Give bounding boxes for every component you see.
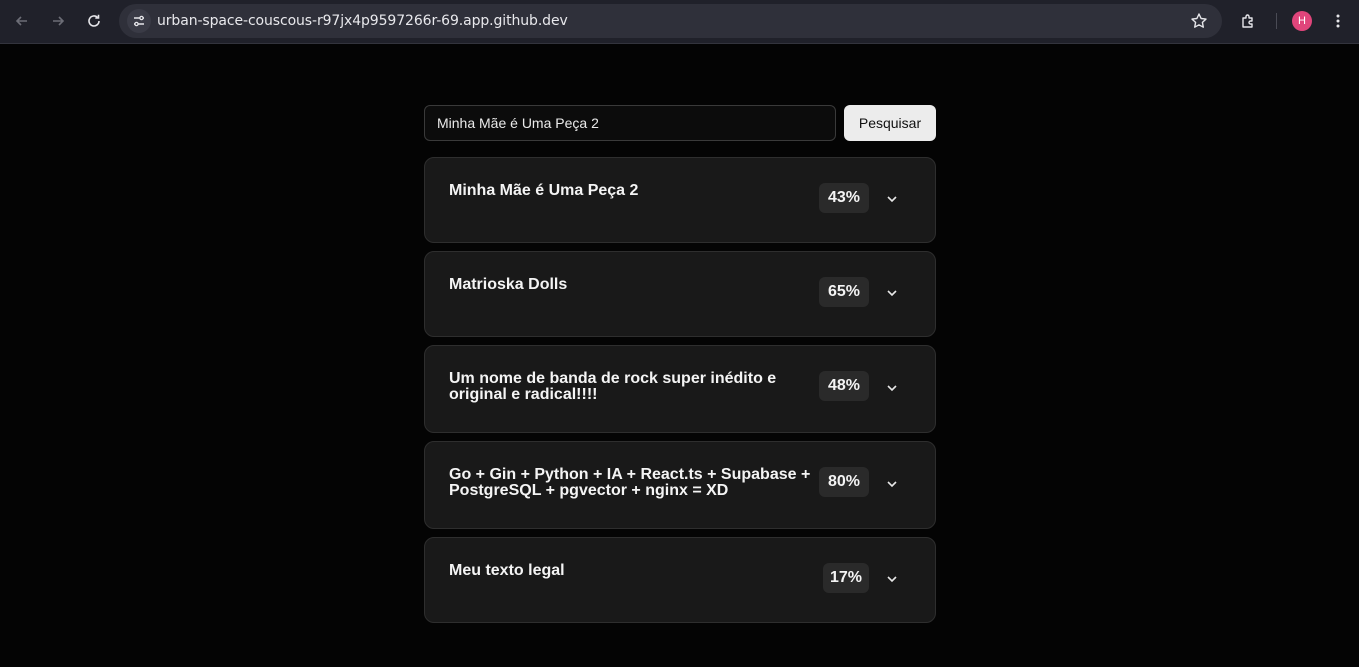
result-card[interactable]: Matrioska Dolls 65% — [424, 251, 936, 337]
extensions-button[interactable] — [1237, 10, 1259, 32]
result-card[interactable]: Minha Mãe é Uma Peça 2 43% — [424, 157, 936, 243]
score-badge: 48% — [819, 371, 869, 401]
result-title: Go + Gin + Python + IA + React.ts + Supa… — [449, 466, 811, 499]
result-title: Um nome de banda de rock super inédito e… — [449, 370, 777, 403]
score-badge: 80% — [819, 467, 869, 497]
chevron-down-icon[interactable] — [885, 477, 899, 491]
reload-icon — [88, 14, 100, 27]
search-button[interactable]: Pesquisar — [844, 105, 936, 141]
forward-button[interactable] — [47, 10, 69, 32]
result-card[interactable]: Go + Gin + Python + IA + React.ts + Supa… — [424, 441, 936, 529]
reload-button[interactable] — [83, 10, 105, 32]
result-card[interactable]: Meu texto legal 17% — [424, 537, 936, 623]
arrow-right-icon — [53, 16, 65, 26]
puzzle-icon — [1242, 14, 1253, 28]
profile-avatar[interactable]: H — [1292, 11, 1312, 31]
url-text[interactable]: urban-space-couscous-r97jx4p9597266r-69.… — [157, 13, 568, 29]
site-info-button[interactable] — [127, 9, 151, 33]
toolbar-divider — [1276, 13, 1277, 29]
tune-icon — [134, 15, 144, 27]
score-badge: 17% — [823, 563, 869, 593]
address-bar[interactable]: urban-space-couscous-r97jx4p9597266r-69.… — [119, 4, 1222, 38]
browser-menu-button[interactable] — [1327, 10, 1349, 32]
score-badge: 43% — [819, 183, 869, 213]
bookmark-star-icon[interactable] — [1190, 12, 1208, 30]
result-title: Meu texto legal — [449, 562, 565, 579]
result-card[interactable]: Um nome de banda de rock super inédito e… — [424, 345, 936, 433]
score-badge: 65% — [819, 277, 869, 307]
chevron-down-icon[interactable] — [885, 286, 899, 300]
result-title: Matrioska Dolls — [449, 276, 568, 293]
search-input[interactable] — [424, 105, 836, 141]
chevron-down-icon[interactable] — [885, 381, 899, 395]
back-button[interactable] — [11, 10, 33, 32]
result-title: Minha Mãe é Uma Peça 2 — [449, 182, 639, 199]
kebab-menu-icon — [1336, 14, 1340, 28]
search-bar: Pesquisar — [424, 105, 936, 141]
chevron-down-icon[interactable] — [885, 572, 899, 586]
arrow-left-icon — [15, 16, 27, 26]
chevron-down-icon[interactable] — [885, 192, 899, 206]
browser-toolbar: urban-space-couscous-r97jx4p9597266r-69.… — [0, 0, 1359, 44]
